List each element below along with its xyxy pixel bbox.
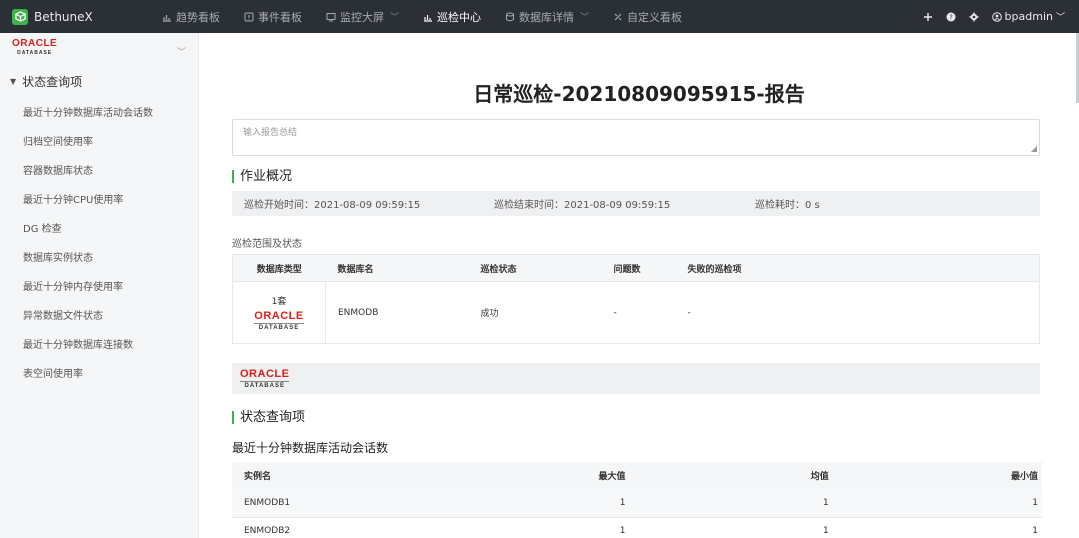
table-row: ENMODB1 1 1 1 [232,489,1042,518]
nav-database-detail[interactable]: 数据库详情 ﹀ [493,0,601,33]
chevron-down-icon: ﹀ [176,48,186,58]
sidebar-section-label: 状态查询项 [22,74,83,89]
nav-label: 巡检中心 [437,10,482,24]
sidebar-section-status[interactable]: ▼ 状态查询项 [0,65,198,97]
help-icon[interactable]: ? [946,11,957,22]
duration: 巡检耗时：0 s [755,200,820,211]
nav-label: 数据库详情 [519,10,575,24]
table-row: ENMODB2 1 1 1 [232,517,1042,538]
summary-placeholder: 输入报告总结 [243,128,298,138]
brand-logo-icon [12,8,28,25]
nav-label: 监控大屏 [340,10,384,24]
user-menu[interactable]: bpadmin ﹀ [991,10,1065,23]
status-cell: 成功 [468,281,602,344]
instance-name: ENMODB2 [232,517,438,538]
col-header: 失败的巡检项 [675,254,1040,282]
sidebar: ORACLE DATABASE ﹀ ▼ 状态查询项 最近十分钟数据库活动会话数 … [0,33,199,538]
metric-title: 最近十分钟数据库活动会话数 [232,441,389,455]
col-header: 数据库类型 [232,254,326,282]
max-value: 1 [437,489,626,518]
nav-label: 事件看板 [258,10,302,24]
resize-handle-icon[interactable]: ◢ [1031,144,1037,153]
nav-custom-board[interactable]: 自定义看板 [601,0,694,33]
sidebar-item-cpu-usage[interactable]: 最近十分钟CPU使用率 [0,184,198,213]
db-count: 1套 [271,297,287,307]
failed-items-cell: - [675,281,1040,344]
svg-text:?: ? [949,13,953,21]
scope-label: 巡检范围及状态 [232,239,302,250]
nav-trend-board[interactable]: 趋势看板 [150,0,232,33]
sidebar-item-tablespace[interactable]: 表空间使用率 [0,358,198,387]
brand-name: BethuneX [34,9,93,24]
caret-down-icon: ▼ [10,76,17,86]
sidebar-item-active-sessions[interactable]: 最近十分钟数据库活动会话数 [0,97,198,126]
nav-monitor-screen[interactable]: 监控大屏 ﹀ [314,0,411,33]
col-header: 巡检状态 [468,254,602,282]
min-value: 1 [828,517,1042,538]
col-header: 实例名 [232,462,438,489]
alert-icon [244,12,254,21]
start-time: 巡检开始时间：2021-08-09 09:59:15 [244,200,421,211]
chevron-down-icon: ﹀ [1055,13,1065,23]
min-value: 1 [828,489,1042,518]
oracle-logo: ORACLE DATABASE [254,310,304,331]
custom-icon [614,13,622,20]
database-selector[interactable]: ORACLE DATABASE ﹀ [0,33,198,65]
scope-table: 数据库类型 数据库名 巡检状态 问题数 失败的巡检项 1套 ORACLE DAT… [232,254,1040,344]
top-navbar: BethuneX 趋势看板 事件看板 监控大屏 ﹀ 巡检中心 数据库详情 ﹀ 自… [0,0,1079,33]
table-row: 1套 ORACLE DATABASE ENMODB 成功 - - [232,281,1040,344]
report-content: 日常巡检-20210809095915-报告 输入报告总结 ◢ 作业概况 巡检开… [199,33,1079,538]
user-icon [991,11,1002,22]
sidebar-item-memory-usage[interactable]: 最近十分钟内存使用率 [0,271,198,300]
gear-icon[interactable] [969,11,980,22]
sidebar-item-datafile-status[interactable]: 异常数据文件状态 [0,300,198,329]
brand[interactable]: BethuneX [0,8,150,25]
sidebar-item-instance-status[interactable]: 数据库实例状态 [0,242,198,271]
col-header: 最大值 [437,462,626,489]
section-heading-overview: 作业概况 [232,170,292,183]
nav-label: 趋势看板 [176,10,220,24]
sidebar-item-container-db[interactable]: 容器数据库状态 [0,155,198,184]
avg-value: 1 [625,489,829,518]
plus-icon[interactable] [923,11,934,22]
section-heading-status: 状态查询项 [232,411,305,424]
chevron-down-icon: ﹀ [580,13,590,23]
nav-label: 自定义看板 [627,10,683,24]
page-title: 日常巡检-20210809095915-报告 [473,82,805,106]
database-banner: ORACLE DATABASE [232,363,1040,394]
monitor-icon [326,12,336,21]
oracle-logo: ORACLE DATABASE [240,367,290,389]
end-time: 巡检结束时间：2021-08-09 09:59:15 [494,200,671,211]
summary-input[interactable]: 输入报告总结 ◢ [232,119,1040,156]
nav-inspection-center[interactable]: 巡检中心 [411,0,493,33]
username: bpadmin [1004,10,1053,23]
oracle-logo: ORACLE DATABASE [12,38,58,56]
instance-name: ENMODB1 [232,489,438,518]
chart-icon [163,14,171,22]
database-icon [506,12,515,21]
metric-table: 实例名 最大值 均值 最小值 ENMODB1 1 1 1 ENMODB2 1 1… [232,462,1042,538]
col-header: 均值 [625,462,829,489]
db-name-cell: ENMODB [325,281,469,344]
issues-cell: - [601,281,676,344]
col-header: 最小值 [828,462,1042,489]
col-header: 问题数 [601,254,676,282]
max-value: 1 [437,517,626,538]
sidebar-item-archive-usage[interactable]: 归档空间使用率 [0,126,198,155]
sidebar-item-connections[interactable]: 最近十分钟数据库连接数 [0,329,198,358]
chart-icon [424,14,433,22]
nav-event-board[interactable]: 事件看板 [232,0,314,33]
chevron-down-icon: ﹀ [390,13,400,23]
overview-bar: 巡检开始时间：2021-08-09 09:59:15 巡检结束时间：2021-0… [232,191,1040,216]
sidebar-item-dg-check[interactable]: DG 检查 [0,213,198,242]
db-type-cell: 1套 ORACLE DATABASE [232,281,326,344]
avg-value: 1 [625,517,829,538]
col-header: 数据库名 [325,254,469,282]
